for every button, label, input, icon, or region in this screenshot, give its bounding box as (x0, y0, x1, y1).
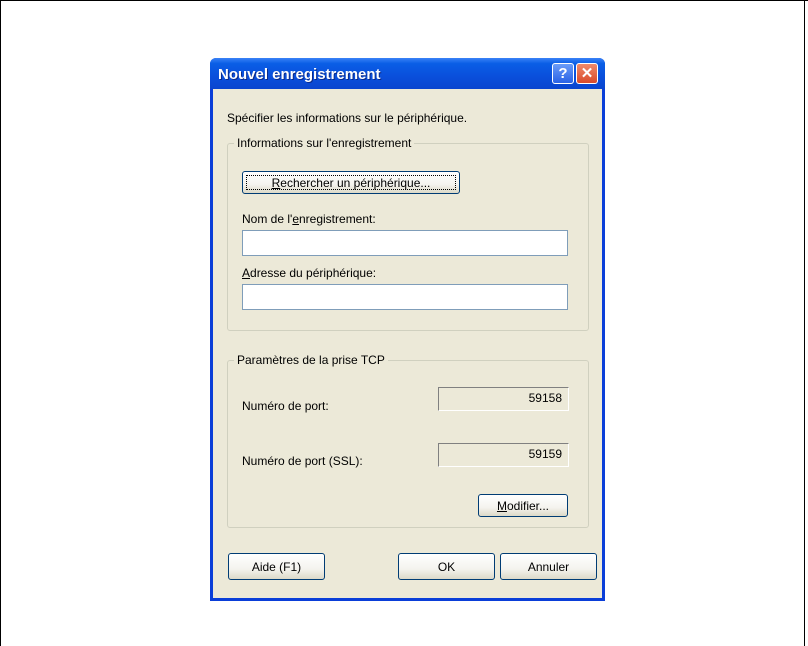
dialog-client-area: Spécifier les informations sur le périph… (213, 89, 602, 598)
ssl-port-label: Numéro de port (SSL): (242, 454, 363, 468)
tcp-settings-group-title: Paramètres de la prise TCP (234, 353, 388, 367)
tcp-settings-group: Paramètres de la prise TCP Numéro de por… (227, 353, 589, 528)
focus-ring (246, 175, 456, 190)
dialog-title: Nouvel enregistrement (218, 66, 381, 83)
registration-info-group-title: Informations sur l'enregistrement (234, 136, 415, 150)
new-registration-dialog: Nouvel enregistrement ? ✕ Spécifier les … (210, 58, 605, 601)
device-address-input[interactable] (242, 284, 568, 310)
modify-mnemonic: M (496, 498, 507, 513)
dialog-titlebar[interactable]: Nouvel enregistrement ? ✕ (210, 58, 605, 89)
help-icon[interactable]: ? (552, 63, 574, 84)
port-label: Numéro de port: (242, 399, 329, 413)
registration-name-label: Nom de l'enregistrement: (242, 212, 376, 226)
search-device-button[interactable]: Rechercher un périphérique... (242, 171, 460, 194)
ssl-port-value-field: 59159 (438, 443, 569, 467)
device-address-label: Adresse du périphérique: (242, 266, 377, 280)
help-f1-button[interactable]: Aide (F1) (228, 553, 325, 580)
close-icon[interactable]: ✕ (576, 63, 598, 84)
cancel-button[interactable]: Annuler (500, 553, 597, 580)
registration-name-input[interactable] (242, 230, 568, 256)
modify-button[interactable]: Modifier... (478, 494, 568, 517)
port-value-field: 59158 (438, 387, 569, 411)
registration-info-group: Informations sur l'enregistrement Recher… (227, 136, 589, 331)
ok-button[interactable]: OK (398, 553, 495, 580)
instruction-text: Spécifier les informations sur le périph… (227, 111, 468, 125)
modify-label: odifier... (506, 498, 550, 513)
